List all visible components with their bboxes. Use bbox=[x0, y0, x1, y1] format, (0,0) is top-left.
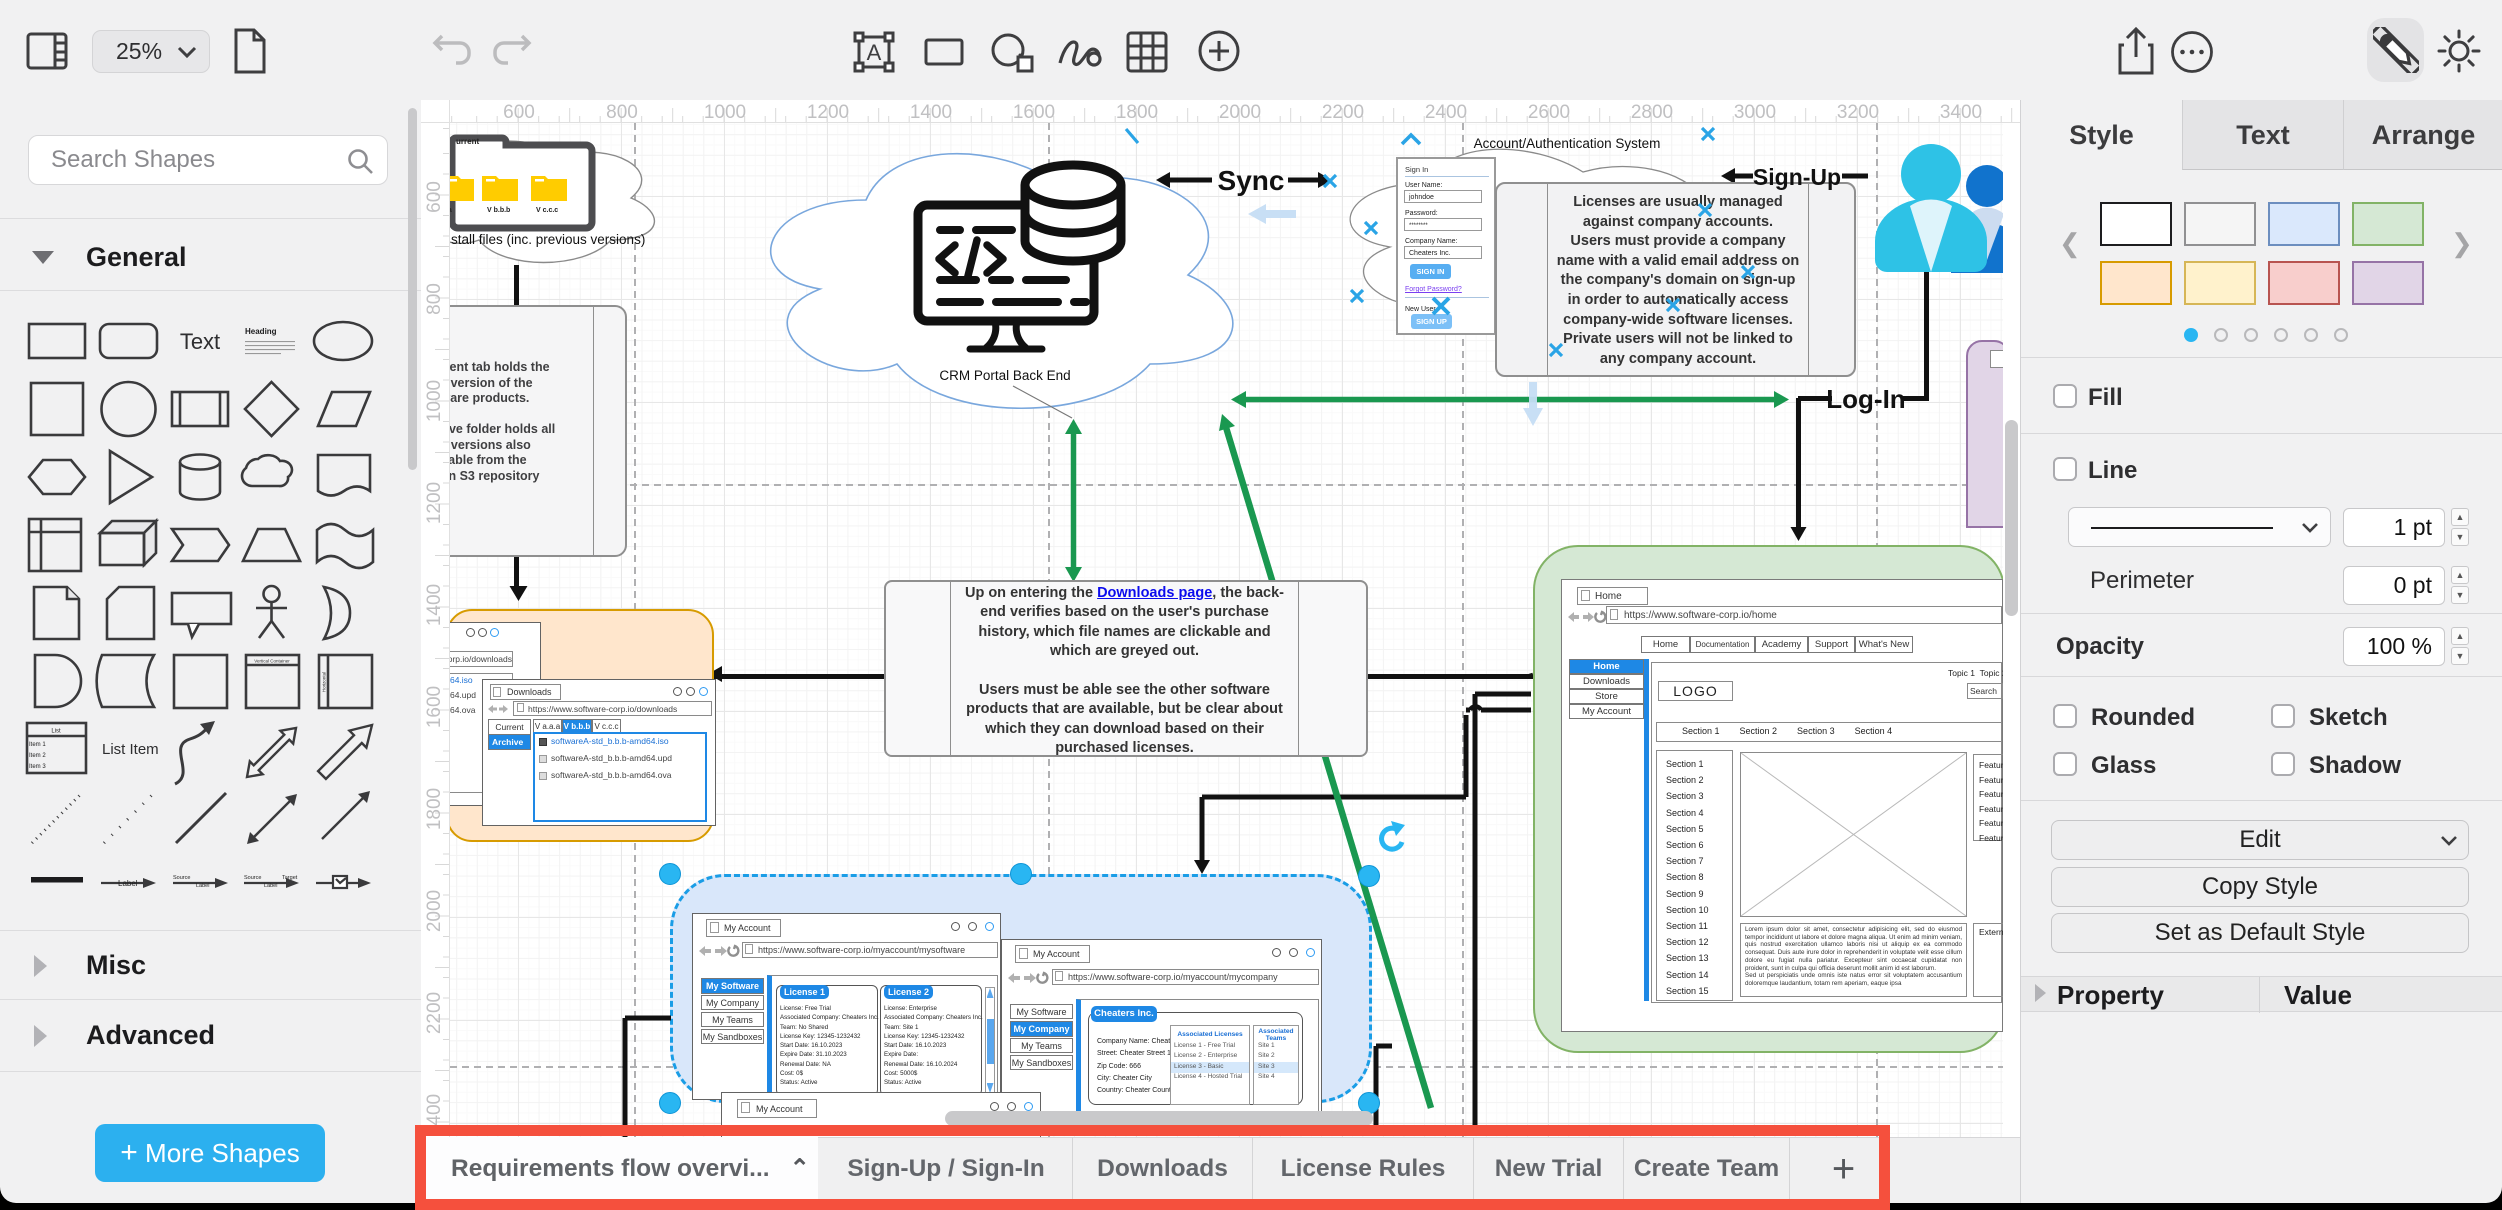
svg-text:Text: Text bbox=[180, 329, 220, 354]
svg-text:Label: Label bbox=[118, 879, 138, 888]
svg-text:Horizontal: Horizontal bbox=[322, 672, 327, 692]
svg-text:List: List bbox=[51, 729, 61, 735]
svg-text:Item 2: Item 2 bbox=[29, 753, 46, 759]
svg-text:Label: Label bbox=[264, 883, 277, 889]
svg-text:Source: Source bbox=[173, 875, 190, 881]
svg-text:Source: Source bbox=[244, 875, 261, 881]
svg-text:A: A bbox=[867, 40, 882, 65]
svg-text:Vertical Container: Vertical Container bbox=[254, 659, 290, 664]
svg-text:Item 3: Item 3 bbox=[29, 764, 46, 770]
svg-text:Label: Label bbox=[196, 883, 209, 889]
svg-text:Target: Target bbox=[282, 875, 298, 881]
svg-text:List Item: List Item bbox=[102, 741, 159, 758]
svg-text:Heading: Heading bbox=[245, 327, 277, 336]
svg-text:Item 1: Item 1 bbox=[29, 742, 46, 748]
